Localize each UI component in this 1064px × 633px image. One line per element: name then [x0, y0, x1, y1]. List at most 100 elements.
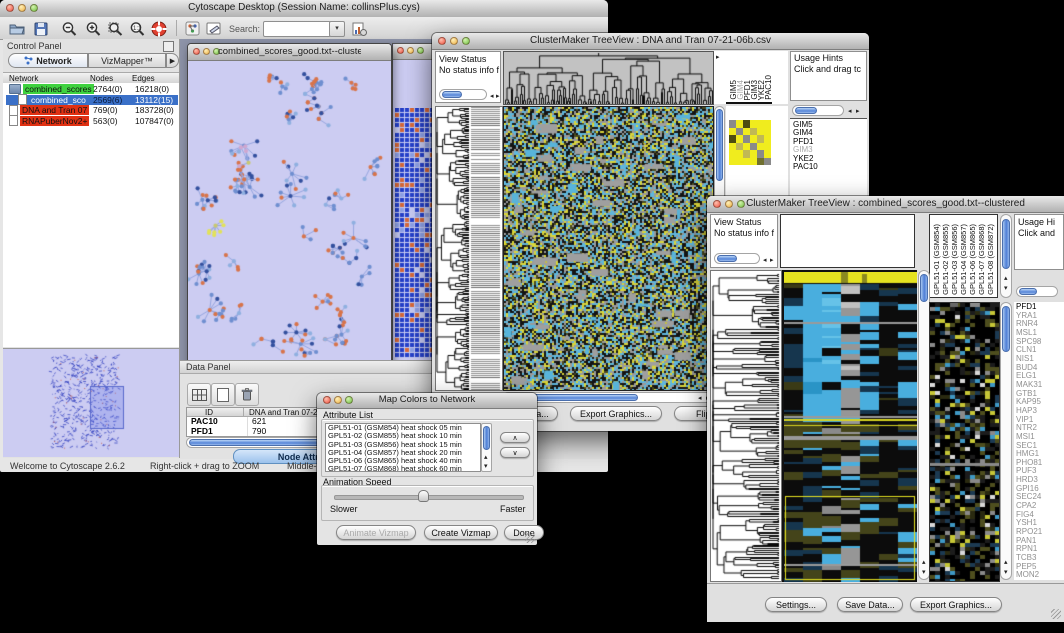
scroll-right-arrow[interactable]: ▸ [770, 257, 774, 264]
new-attribute-icon[interactable] [211, 383, 235, 406]
scroll-thumb[interactable] [1002, 306, 1010, 352]
matrix-cell[interactable] [743, 143, 750, 151]
animate-vizmap-button[interactable]: Animate Vizmap [336, 525, 416, 540]
save-icon[interactable] [32, 20, 50, 37]
create-vizmap-button[interactable]: Create Vizmap [424, 525, 498, 540]
zoom-button[interactable] [417, 47, 424, 54]
attribute-list-vscroll[interactable]: ▴ ▾ [481, 423, 492, 472]
matrix-cell[interactable] [750, 143, 757, 151]
close-button[interactable] [6, 4, 14, 12]
matrix-cell[interactable] [750, 158, 757, 166]
network-row[interactable]: combined_scores2764(0)16218(0) [6, 84, 178, 94]
matrix-cell[interactable] [757, 143, 764, 151]
resize-grip[interactable] [525, 533, 535, 543]
close-button[interactable] [438, 37, 446, 45]
scroll-right-arrow[interactable]: ▸ [856, 108, 860, 115]
network-canvas[interactable] [188, 61, 389, 367]
matrix-cell[interactable] [729, 120, 736, 128]
scroll-down-arrow[interactable]: ▾ [1004, 569, 1008, 576]
tv2-gene-list[interactable]: PFD1YRA1RNR4MSL1SPC98CLN1NIS1BUD4ELG1MAK… [1014, 302, 1064, 580]
move-down-button[interactable]: ∨ [500, 447, 530, 458]
matrix-cell[interactable] [736, 143, 743, 151]
minimize-button[interactable] [18, 4, 26, 12]
done-button[interactable]: Done [504, 525, 544, 540]
tab-network[interactable]: Network [8, 53, 88, 68]
network-row[interactable]: DNA and Tran 07769(0)183728(0) [6, 105, 178, 115]
matrix-cell[interactable] [736, 128, 743, 136]
close-button[interactable] [193, 48, 200, 55]
tv2-heatmap[interactable] [782, 270, 917, 582]
network-manager-icon[interactable] [183, 20, 201, 37]
network-list[interactable]: combined_scores2764(0)16218(0)combined_s… [3, 83, 179, 347]
speed-slider-track[interactable] [334, 495, 524, 500]
matrix-cell[interactable] [757, 120, 764, 128]
gene-label[interactable]: PAC10 [793, 163, 867, 171]
attribute-item[interactable]: GPL51-07 (GSM868) heat shock 60 min [326, 465, 480, 472]
minimize-button[interactable] [203, 48, 210, 55]
matrix-cell[interactable] [736, 150, 743, 158]
scroll-up-arrow[interactable]: ▴ [1004, 559, 1008, 566]
settings-button[interactable]: Settings... [765, 597, 827, 612]
export-graphics-button[interactable]: Export Graphics... [910, 597, 1002, 612]
scroll-left-arrow[interactable]: ◂ [763, 257, 767, 264]
scroll-thumb[interactable] [1019, 288, 1037, 295]
view-status-scrollbar[interactable] [439, 89, 487, 100]
close-button[interactable] [323, 396, 331, 404]
matrix-cell[interactable] [743, 150, 750, 158]
scroll-up-arrow[interactable]: ▴ [484, 454, 488, 461]
scroll-thumb[interactable] [483, 426, 490, 450]
scroll-up-arrow[interactable]: ▴ [922, 559, 926, 566]
attribute-table-icon[interactable] [187, 383, 211, 406]
matrix-cell[interactable] [764, 143, 771, 151]
column-label[interactable]: GPL51-02 (GSM855) [941, 224, 950, 295]
scroll-thumb[interactable] [716, 109, 723, 181]
treeview2-titlebar[interactable]: ClusterMaker TreeView : combined_scores_… [707, 196, 1064, 213]
zoom-fit-icon[interactable]: 1:1 [128, 20, 146, 37]
matrix-cell[interactable] [729, 135, 736, 143]
zoom-selected-icon[interactable] [106, 20, 124, 37]
column-label[interactable]: GPL51-08 (GSM872) [986, 224, 995, 295]
gene-label[interactable]: MON2 [1016, 571, 1064, 580]
treeview1-titlebar[interactable]: ClusterMaker TreeView : DNA and Tran 07-… [432, 33, 869, 50]
matrix-cell[interactable] [757, 128, 764, 136]
matrix-cell[interactable] [729, 150, 736, 158]
cytoscape-titlebar[interactable]: Cytoscape Desktop (Session Name: collins… [0, 0, 608, 18]
column-label[interactable]: GPL51-06 (GSM865) [968, 224, 977, 295]
scroll-left-arrow[interactable]: ◂ [848, 108, 852, 115]
tv1-column-dendrogram[interactable] [503, 51, 714, 105]
annotation-icon[interactable] [205, 20, 223, 37]
matrix-cell[interactable] [764, 150, 771, 158]
birdseye-panel[interactable] [3, 348, 179, 457]
resize-grip[interactable] [1051, 609, 1061, 619]
save-data-button[interactable]: Save Data... [837, 597, 903, 612]
matrix-cell[interactable] [729, 128, 736, 136]
tv1-heatmap[interactable] [503, 106, 714, 391]
matrix-cell[interactable] [743, 128, 750, 136]
tv2-row-dendrogram[interactable] [710, 270, 782, 582]
minimize-button[interactable] [725, 200, 733, 208]
matrix-cell[interactable] [743, 135, 750, 143]
export-graphics-button[interactable]: Export Graphics... [570, 406, 662, 421]
matrix-cell[interactable] [757, 135, 764, 143]
minimize-button[interactable] [334, 396, 342, 404]
scroll-left-arrow[interactable]: ◂ [698, 395, 702, 402]
matrix-cell[interactable] [757, 150, 764, 158]
zoom-in-icon[interactable] [84, 20, 102, 37]
view-status-scrollbar[interactable] [714, 253, 760, 264]
matrix-cell[interactable] [750, 135, 757, 143]
matrix-cell[interactable] [736, 158, 743, 166]
scroll-thumb[interactable] [795, 107, 817, 114]
dialog-titlebar[interactable]: Map Colors to Network [317, 393, 537, 409]
scroll-thumb[interactable] [1002, 219, 1010, 269]
tv2-labels-vscroll[interactable]: ▴ ▾ [1000, 214, 1012, 298]
tv1-row-dendrogram[interactable] [435, 106, 503, 391]
close-button[interactable] [713, 200, 721, 208]
help-icon[interactable] [150, 20, 168, 37]
scroll-right-arrow[interactable]: ▸ [496, 93, 500, 100]
matrix-cell[interactable] [736, 120, 743, 128]
scroll-thumb[interactable] [920, 274, 928, 302]
float-panel-icon[interactable] [163, 41, 174, 52]
matrix-cell[interactable] [764, 158, 771, 166]
search-dropdown-button[interactable]: ▾ [329, 21, 345, 37]
usage-hints-scrollbar[interactable] [1016, 286, 1058, 297]
